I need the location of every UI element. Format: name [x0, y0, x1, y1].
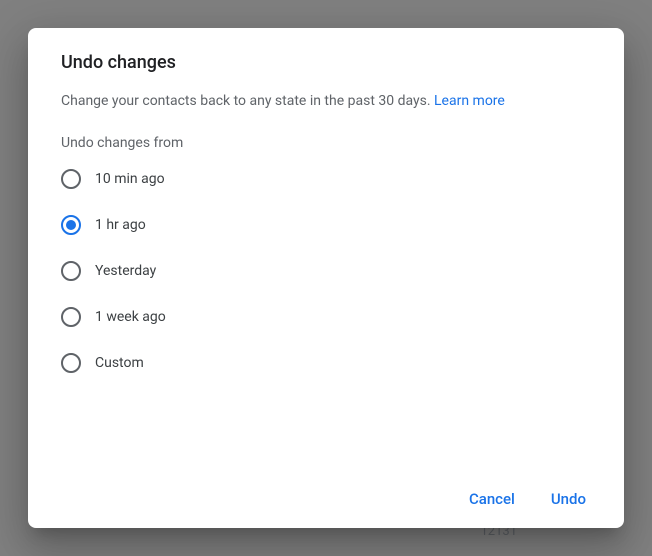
undo-from-radio-group: 10 min ago 1 hr ago Yesterday 1 week ago…	[52, 169, 600, 373]
cancel-button[interactable]: Cancel	[455, 482, 529, 516]
dialog-title: Undo changes	[52, 52, 600, 73]
radio-label: Custom	[95, 355, 144, 371]
learn-more-link[interactable]: Learn more	[434, 93, 505, 109]
radio-icon	[61, 169, 81, 189]
description-text: Change your contacts back to any state i…	[61, 93, 434, 109]
radio-label: 1 week ago	[95, 309, 166, 325]
radio-option-custom[interactable]: Custom	[61, 353, 600, 373]
radio-label: 10 min ago	[95, 171, 165, 187]
dialog-description: Change your contacts back to any state i…	[52, 93, 600, 109]
dialog-actions: Cancel Undo	[52, 466, 600, 516]
radio-option-1hr[interactable]: 1 hr ago	[61, 215, 600, 235]
undo-button[interactable]: Undo	[537, 482, 600, 516]
radio-option-10min[interactable]: 10 min ago	[61, 169, 600, 189]
radio-icon	[61, 353, 81, 373]
undo-changes-dialog: Undo changes Change your contacts back t…	[28, 28, 624, 528]
radio-label: 1 hr ago	[95, 217, 146, 233]
radio-icon	[61, 261, 81, 281]
radio-icon	[61, 307, 81, 327]
radio-option-yesterday[interactable]: Yesterday	[61, 261, 600, 281]
radio-label: Yesterday	[95, 263, 156, 279]
radio-option-1week[interactable]: 1 week ago	[61, 307, 600, 327]
radio-icon	[61, 215, 81, 235]
form-label: Undo changes from	[52, 135, 600, 151]
